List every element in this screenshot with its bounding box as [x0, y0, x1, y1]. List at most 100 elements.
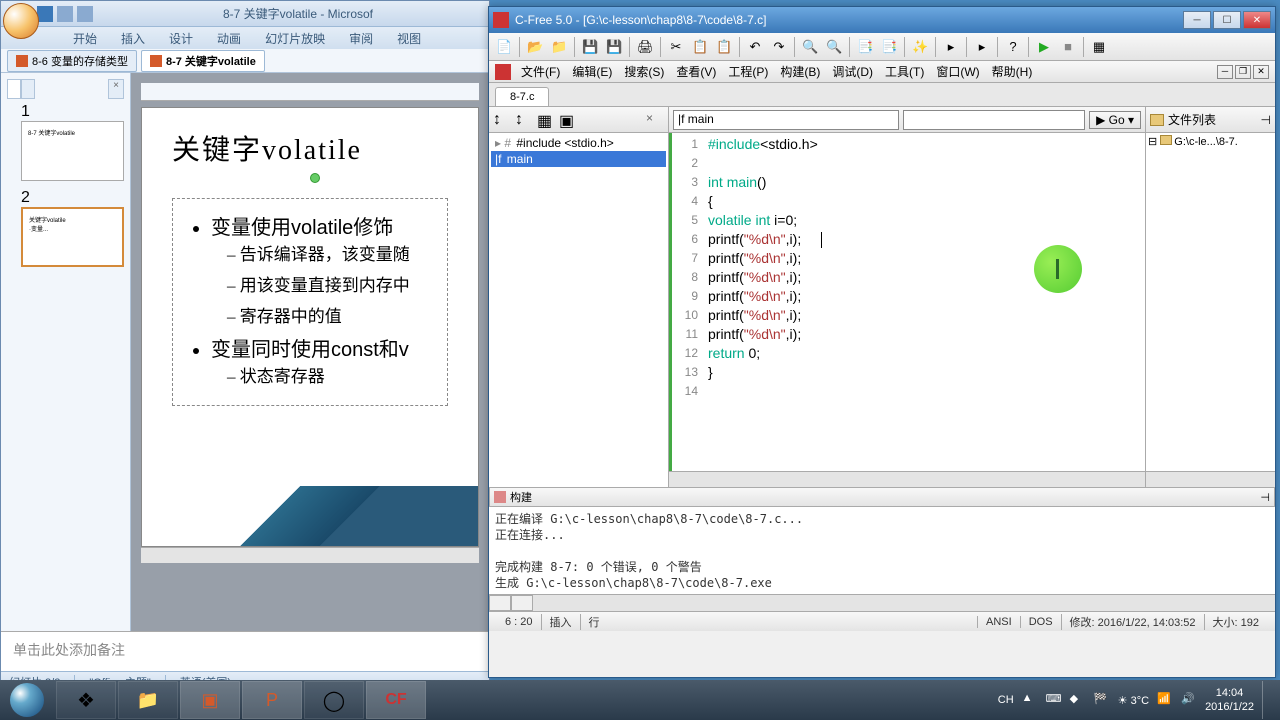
file-tab[interactable]: 8-7.c [495, 87, 549, 106]
undo-icon[interactable]: ↶ [746, 38, 764, 56]
find-icon[interactable]: 🔍 [801, 38, 819, 56]
redo-icon[interactable] [77, 6, 93, 22]
menu-window[interactable]: 窗口(W) [930, 63, 985, 80]
doc-tab-2[interactable]: 8-7 关键字volatile [141, 50, 265, 72]
slide-thumb-1[interactable]: 8-7 关键字volatile [21, 121, 124, 181]
mdi-close-icon[interactable]: ✕ [1253, 65, 1269, 79]
close-panel-icon[interactable]: × [646, 111, 664, 129]
ribbon-tab-insert[interactable]: 插入 [109, 27, 157, 49]
thumbnail-tab[interactable] [7, 79, 21, 99]
clock[interactable]: 14:04 2016/1/22 [1205, 686, 1254, 714]
code-body[interactable]: #include<stdio.h> int main(){ volatile i… [704, 133, 1145, 471]
build-output[interactable]: 正在编译 G:\c-lesson\chap8\8-7\code\8-7.c...… [489, 507, 1275, 595]
paste-icon[interactable]: 📋 [715, 38, 733, 56]
ppt-titlebar[interactable]: 8-7 关键字volatile - Microsof [1, 1, 489, 27]
taskbar-powerpoint[interactable]: P [242, 681, 302, 719]
run-icon[interactable]: ▶ [1035, 38, 1053, 56]
ribbon-tab-review[interactable]: 审阅 [337, 27, 385, 49]
redo-icon[interactable]: ↷ [770, 38, 788, 56]
saveall-icon[interactable]: 💾 [605, 38, 623, 56]
save-icon[interactable]: 💾 [581, 38, 599, 56]
minimize-button[interactable]: ─ [1183, 11, 1211, 29]
pin-icon[interactable]: ⊣ [1260, 491, 1270, 504]
file-tree[interactable]: ⊟ G:\c-le...\8-7. [1146, 133, 1275, 471]
tray-icon-2[interactable]: ◆ [1070, 692, 1086, 708]
print-icon[interactable]: 🖨 [636, 38, 654, 56]
bookmark2-icon[interactable]: 📑 [880, 38, 898, 56]
horizontal-ruler[interactable] [141, 83, 479, 101]
taskbar-powerpoint-viewer[interactable]: ▣ [180, 681, 240, 719]
menu-tools[interactable]: 工具(T) [879, 63, 930, 80]
build-tab-1[interactable] [489, 595, 511, 611]
close-button[interactable]: ✕ [1243, 11, 1271, 29]
save-icon[interactable] [37, 6, 53, 22]
show-desktop-button[interactable] [1262, 681, 1272, 719]
stop-icon[interactable]: ■ [1059, 38, 1077, 56]
pin-icon[interactable]: ⊣ [1261, 113, 1271, 127]
menu-debug[interactable]: 调试(D) [826, 63, 879, 80]
menu-search[interactable]: 搜索(S) [618, 63, 670, 80]
filetree-hscroll[interactable] [1146, 471, 1275, 487]
taskbar-browser[interactable]: ◯ [304, 681, 364, 719]
outline-tab[interactable] [21, 79, 35, 99]
file-tree-item[interactable]: ⊟ G:\c-le...\8-7. [1148, 135, 1273, 148]
slide-canvas[interactable]: 关键字volatile 变量使用volatile修饰 告诉编译器，该变量随 用该… [141, 107, 479, 547]
wand-icon[interactable]: ✨ [911, 38, 929, 56]
menu-view[interactable]: 查看(V) [670, 63, 722, 80]
find2-icon[interactable]: 🔍 [825, 38, 843, 56]
slide-thumb-2[interactable]: 关键字volatile·变量... [21, 207, 124, 267]
mdi-min-icon[interactable]: ─ [1217, 65, 1233, 79]
tree-main[interactable]: |f main [491, 151, 666, 167]
menu-help[interactable]: 帮助(H) [986, 63, 1039, 80]
taskbar-cfree[interactable]: CF [366, 681, 426, 719]
start-button[interactable] [0, 680, 54, 720]
menu-file[interactable]: 文件(F) [515, 63, 566, 80]
build-panel-header[interactable]: 构建 ⊣ [489, 487, 1275, 507]
volume-icon[interactable]: 🔊 [1181, 692, 1197, 708]
go-button[interactable]: ▶ Go ▾ [1089, 111, 1141, 129]
office-button[interactable] [3, 3, 39, 39]
horizontal-scrollbar[interactable] [141, 547, 479, 563]
cfree-titlebar[interactable]: C-Free 5.0 - [G:\c-lesson\chap8\8-7\code… [489, 7, 1275, 33]
menu-build[interactable]: 构建(B) [774, 63, 826, 80]
code-editor[interactable]: 1234567891011121314 #include<stdio.h> in… [669, 133, 1145, 471]
maximize-button[interactable]: ☐ [1213, 11, 1241, 29]
scope-combo[interactable]: |f main [673, 110, 899, 130]
maximize-panel-icon[interactable]: ▣ [559, 111, 577, 129]
close-panel-icon[interactable]: × [108, 79, 124, 99]
t1-icon[interactable]: ▸ [942, 38, 960, 56]
layout-icon[interactable]: ▦ [1090, 38, 1108, 56]
slide-title[interactable]: 关键字volatile [172, 128, 448, 168]
editor-hscroll[interactable] [669, 471, 1145, 487]
cut-icon[interactable]: ✂ [667, 38, 685, 56]
symbol-tree[interactable]: ▸ # #include <stdio.h> |f main [489, 133, 668, 487]
mdi-restore-icon[interactable]: ❐ [1235, 65, 1251, 79]
tray-icon-1[interactable]: ▲ [1022, 692, 1038, 708]
rotate-handle-icon[interactable] [310, 173, 320, 183]
ribbon-tab-anim[interactable]: 动画 [205, 27, 253, 49]
help-icon[interactable]: ? [1004, 38, 1022, 56]
ime-indicator[interactable]: CH [998, 694, 1014, 706]
copy-icon[interactable]: 📋 [691, 38, 709, 56]
slide-content-placeholder[interactable]: 变量使用volatile修饰 告诉编译器，该变量随 用该变量直接到内存中 寄存器… [172, 198, 448, 406]
t2-icon[interactable]: ▸ [973, 38, 991, 56]
build-tab-2[interactable] [511, 595, 533, 611]
undo-icon[interactable] [57, 6, 73, 22]
taskbar-explorer[interactable]: 📁 [118, 681, 178, 719]
sort-az-icon[interactable]: ↕ [493, 111, 511, 129]
menu-edit[interactable]: 编辑(E) [566, 63, 618, 80]
taskbar-app-1[interactable]: ❖ [56, 681, 116, 719]
open-icon[interactable]: 📂 [526, 38, 544, 56]
network-icon[interactable]: 📶 [1157, 692, 1173, 708]
new-file-icon[interactable]: 📄 [495, 38, 513, 56]
notes-pane[interactable]: 单击此处添加备注 [1, 631, 489, 671]
tree-include[interactable]: ▸ # #include <stdio.h> [491, 135, 666, 151]
ribbon-tab-slideshow[interactable]: 幻灯片放映 [253, 27, 337, 49]
open2-icon[interactable]: 📁 [550, 38, 568, 56]
qat-more-icon[interactable] [97, 6, 113, 22]
ribbon-tab-design[interactable]: 设计 [157, 27, 205, 49]
filter-icon[interactable]: ▦ [537, 111, 555, 129]
keyboard-icon[interactable]: ⌨ [1046, 692, 1062, 708]
sort2-icon[interactable]: ↕ [515, 111, 533, 129]
weather[interactable]: ☀ 3°C [1118, 694, 1149, 707]
